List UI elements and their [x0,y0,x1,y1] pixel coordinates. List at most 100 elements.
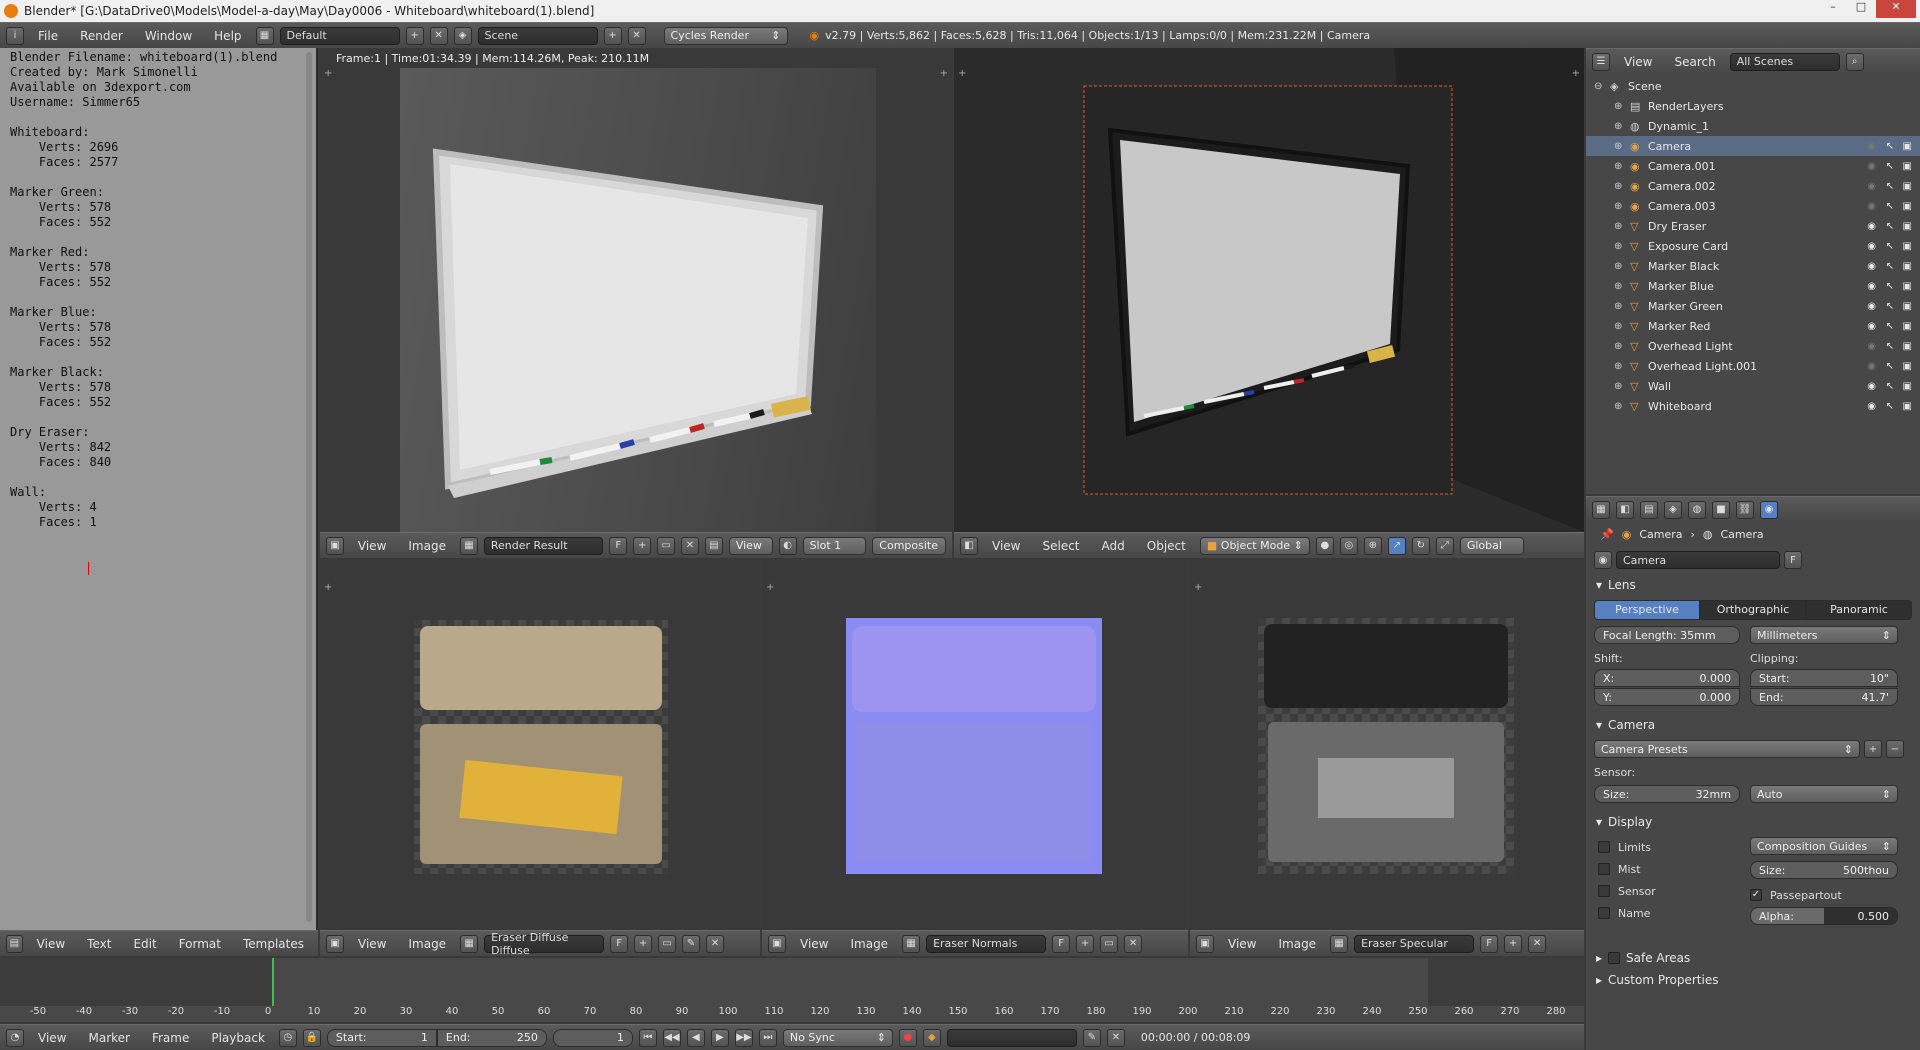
outliner-item[interactable]: ⊕ ◉ Camera.003 ◉ ↖ ▣ [1586,196,1920,216]
fake-user-button[interactable]: F [609,536,628,555]
minimize-button[interactable]: – [1820,0,1846,18]
specular-image-field[interactable]: Eraser Specular [1354,934,1475,953]
outliner-item-name[interactable]: Camera.001 [1648,160,1716,173]
text-menu-format[interactable]: Format [171,937,229,951]
alpha-slider[interactable]: Alpha: 0.500 [1750,907,1898,925]
text-editor-type-icon[interactable]: ▤ [6,934,23,953]
outliner-item[interactable]: ⊕ ▽ Exposure Card ◉ ↖ ▣ [1586,236,1920,256]
focal-length-field[interactable]: Focal Length: 35mm [1594,626,1740,644]
expand-toggle-icon[interactable]: ⊕ [1614,121,1622,132]
passepartout-checkbox[interactable]: ✓ [1750,889,1762,901]
expand-toggle-icon[interactable]: ⊕ [1614,161,1622,172]
image-editor-specular[interactable]: + [1190,560,1584,930]
viewport-corner-widget-icon[interactable]: + [324,68,332,79]
info-editor-type-icon[interactable]: i [6,26,24,45]
render-result-viewport[interactable]: Frame:1 | Time:01:34.39 | Mem:114.26M, P… [320,48,952,532]
selectability-arrow-icon[interactable]: ↖ [1886,201,1894,212]
timeline-menu-playback[interactable]: Playback [203,1031,273,1045]
transform-orientation-dropdown[interactable]: Global [1459,536,1524,555]
display-channels-icon[interactable]: ◐ [778,536,797,555]
expand-toggle-icon[interactable]: ⊕ [1614,241,1622,252]
timeline-menu-view[interactable]: View [30,1031,74,1045]
render-engine-dropdown[interactable]: Cycles Render ⇕ [663,26,788,45]
visibility-eye-icon[interactable]: ◉ [1867,401,1876,412]
expand-toggle-icon[interactable]: ⊕ [1614,381,1622,392]
outliner-item[interactable]: ⊕ ◉ Camera.001 ◉ ↖ ▣ [1586,156,1920,176]
safe-areas-checkbox[interactable] [1608,952,1621,964]
translate-icon[interactable]: ↗ [1387,536,1406,555]
timeline-type-icon[interactable]: ◔ [6,1028,24,1047]
open-folder-icon[interactable]: ▭ [657,536,676,555]
visibility-eye-icon[interactable]: ◉ [1867,361,1876,372]
record-icon[interactable]: ● [898,1028,917,1047]
visibility-eye-icon[interactable]: ◉ [1867,301,1876,312]
visibility-eye-icon[interactable]: ◉ [1867,241,1876,252]
lens-unit-dropdown[interactable]: Millimeters ⇕ [1750,626,1898,644]
current-frame-line[interactable] [272,958,274,1006]
menu-file[interactable]: File [30,29,66,43]
screen-layout-field[interactable]: Default [279,26,400,45]
outliner-item[interactable]: ⊕ ▽ Marker Blue ◉ ↖ ▣ [1586,276,1920,296]
render-menu-view[interactable]: View [350,539,394,553]
remove-layout-icon[interactable]: ✕ [429,26,448,45]
3d-menu-select[interactable]: Select [1034,539,1087,553]
constraints-tab-icon[interactable]: ⛓ [1736,500,1754,519]
world-tab-icon[interactable]: ◍ [1688,500,1706,519]
menu-window[interactable]: Window [137,29,200,43]
properties-type-icon[interactable]: ▦ [1592,500,1610,519]
outliner-item-name[interactable]: Whiteboard [1648,400,1712,413]
image-editor-diffuse[interactable]: + [320,560,760,930]
view-mode-icon[interactable]: ▤ [704,536,723,555]
jump-end-icon[interactable]: ⏭ [758,1028,777,1047]
outliner-item-name[interactable]: Overhead Light.001 [1648,360,1757,373]
pin-icon[interactable]: ✎ [682,934,701,953]
delete-keyframe-icon[interactable]: ✕ [1106,1028,1125,1047]
lens-panel-header[interactable]: ▾ Lens [1586,574,1920,596]
fake-user-button[interactable]: F [1052,934,1071,953]
diffuse-menu-view[interactable]: View [350,937,394,951]
timeline-menu-marker[interactable]: Marker [80,1031,137,1045]
add-layout-icon[interactable]: + [405,26,424,45]
sensor-fit-dropdown[interactable]: Auto ⇕ [1750,785,1898,803]
pivot-point-icon[interactable]: ◎ [1339,536,1358,555]
render-tab-icon[interactable]: ◧ [1616,500,1634,519]
viewport-corner-widget-icon[interactable]: + [1572,68,1580,79]
3d-menu-add[interactable]: Add [1094,539,1133,553]
sensor-checkbox[interactable] [1598,885,1610,897]
open-folder-icon[interactable]: ▭ [658,934,677,953]
outliner-item[interactable]: ⊕ ▽ Whiteboard ◉ ↖ ▣ [1586,396,1920,416]
outliner-item-name[interactable]: Dry Eraser [1648,220,1706,233]
shift-y-field[interactable]: Y: 0.000 [1594,688,1740,706]
image-editor-normals[interactable]: + [762,560,1188,930]
scene-tab-icon[interactable]: ◈ [1664,500,1682,519]
expand-toggle-icon[interactable]: ⊕ [1614,141,1622,152]
visibility-eye-icon[interactable]: ◉ [1867,261,1876,272]
manipulator-icon[interactable]: ⊕ [1363,536,1382,555]
prev-keyframe-icon[interactable]: ◀◀ [662,1028,681,1047]
text-menu-text[interactable]: Text [79,937,119,951]
image-editor-type-icon[interactable]: ▣ [326,536,344,555]
image-browse-icon[interactable]: ▦ [902,934,921,953]
menu-render[interactable]: Render [72,29,131,43]
outliner-item-name[interactable]: Scene [1628,80,1662,93]
outliner-item[interactable]: ⊕ ▽ Wall ◉ ↖ ▣ [1586,376,1920,396]
add-image-icon[interactable]: + [1076,934,1095,953]
remove-preset-icon[interactable]: − [1886,740,1904,758]
image-browse-icon[interactable]: ▦ [459,536,478,555]
visibility-eye-icon[interactable]: ◉ [1867,341,1876,352]
outliner-menu-view[interactable]: View [1616,55,1660,69]
renderability-camera-icon[interactable]: ▣ [1903,201,1912,212]
start-frame-field[interactable]: Start: 1 [326,1028,437,1047]
add-image-icon[interactable]: + [1504,934,1523,953]
expand-toggle-icon[interactable]: ⊕ [1614,341,1622,352]
renderability-camera-icon[interactable]: ▣ [1903,181,1912,192]
close-image-icon[interactable]: ✕ [1528,934,1547,953]
display-panel-header[interactable]: ▾ Display [1586,811,1920,833]
outliner-item-name[interactable]: Marker Green [1648,300,1723,313]
play-icon[interactable]: ▶ [710,1028,729,1047]
perspective-tab[interactable]: Perspective [1594,600,1700,620]
renderability-camera-icon[interactable]: ▣ [1903,141,1912,152]
visibility-eye-icon[interactable]: ◉ [1867,381,1876,392]
3d-menu-object[interactable]: Object [1139,539,1194,553]
outliner-item-name[interactable]: Marker Black [1648,260,1719,273]
